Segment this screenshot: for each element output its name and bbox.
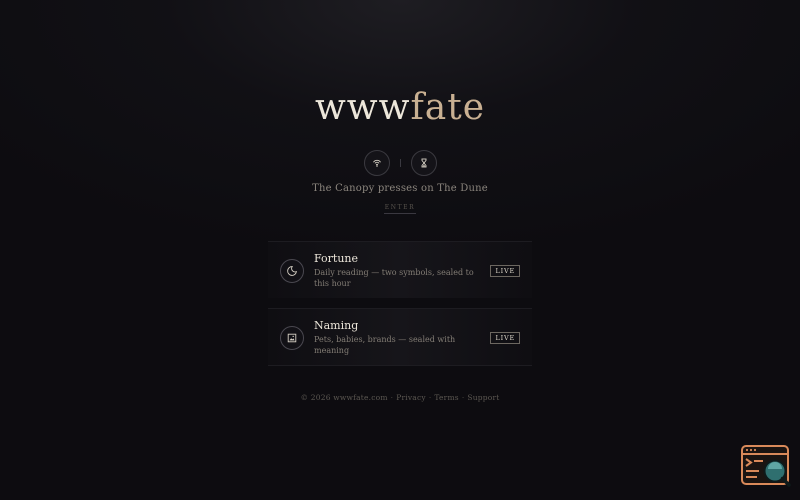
privacy-link[interactable]: Privacy (396, 393, 426, 402)
terms-link[interactable]: Terms (434, 393, 458, 402)
footer-separator: · (390, 393, 394, 402)
footer-separator: · (461, 393, 465, 402)
logo-text-www: www (314, 87, 411, 128)
crescent-moon-icon (287, 266, 297, 276)
card-title: Naming (314, 319, 359, 332)
feature-card-naming[interactable]: Naming Pets, babies, brands — sealed wit… (268, 308, 532, 365)
hourglass-icon (421, 158, 426, 168)
code-inspect-icon (741, 445, 791, 487)
icon-toggle-row (0, 149, 800, 177)
card-icon-circle (280, 259, 304, 283)
copyright-text: © 2026 wwwfate.com (300, 393, 388, 402)
tagline: The Canopy presses on The Dune (312, 183, 488, 194)
feature-list: Fortune Daily reading — two symbols, sea… (268, 241, 532, 375)
footer-separator: · (428, 393, 432, 402)
site-logo[interactable]: wwwfate (0, 86, 800, 130)
card-description: Daily reading — two symbols, sealed to t… (314, 268, 474, 288)
card-description: Pets, babies, brands — sealed with meani… (314, 335, 456, 355)
card-icon-circle (280, 326, 304, 350)
footer: © 2026 wwwfate.com · Privacy · Terms · Support (0, 393, 800, 402)
broadcast-icon (372, 159, 381, 167)
enter-link[interactable]: ENTER (384, 204, 416, 214)
live-badge: LIVE (490, 332, 520, 344)
inspect-widget-button[interactable] (741, 445, 791, 487)
image-frame-icon (287, 333, 297, 343)
hourglass-button[interactable] (410, 150, 437, 176)
support-link[interactable]: Support (467, 393, 499, 402)
feature-card-fortune[interactable]: Fortune Daily reading — two symbols, sea… (268, 241, 532, 298)
logo-text-fate: fate (410, 87, 485, 128)
icon-separator (399, 159, 401, 167)
list-divider (268, 365, 532, 366)
card-title: Fortune (314, 252, 359, 265)
broadcast-button[interactable] (363, 150, 390, 176)
live-badge: LIVE (490, 265, 520, 277)
